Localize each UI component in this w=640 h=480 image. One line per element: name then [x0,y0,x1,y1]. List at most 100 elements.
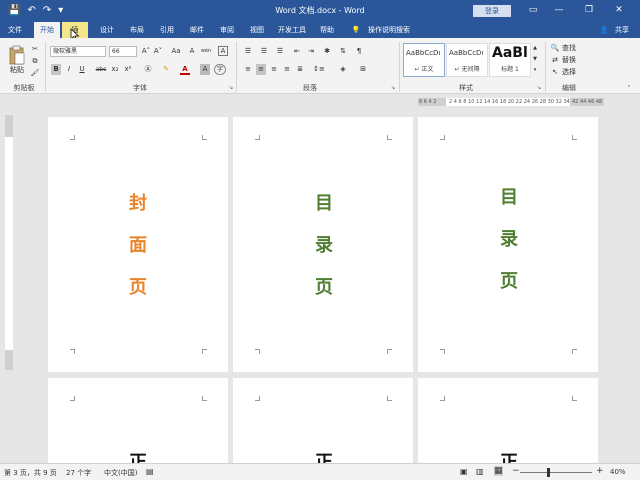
superscript-button[interactable]: x² [123,64,133,75]
bold-button[interactable]: B [51,64,61,75]
font-dialog-launcher-icon[interactable]: ↘ [228,83,234,94]
page-body-2[interactable]: 正 [233,378,413,463]
style-sample: AaBbCcDı [449,49,484,57]
page-toc[interactable]: 目 录 页 [233,117,413,372]
line-spacing-icon[interactable]: ↕≡ [312,64,326,75]
highlight-button[interactable]: ✎ [160,64,172,75]
group-separator [236,42,237,92]
decrease-indent-icon[interactable]: ⇤ [292,46,302,57]
text-effects-icon[interactable]: Ⓐ [142,64,154,75]
tab-design[interactable]: 设计 [96,22,118,38]
format-painter-icon[interactable]: 🖌 [30,68,40,79]
font-name-box[interactable]: 微软雅黑 [50,46,106,57]
page-count[interactable]: 第 3 页，共 9 页 [4,468,57,478]
tab-review[interactable]: 审阅 [216,22,238,38]
ribbon-display-options-icon[interactable]: ▭ [522,3,544,18]
tell-me-search[interactable]: 操作说明搜索 [364,22,414,38]
font-color-button[interactable]: A [180,64,190,75]
borders-icon[interactable]: ⊞ [356,64,370,75]
word-count[interactable]: 27 个字 [66,468,91,478]
restore-button[interactable]: ❐ [578,3,600,18]
underline-button[interactable]: U [77,64,87,75]
align-center-icon[interactable]: ≡ [256,64,266,75]
tab-layout[interactable]: 布局 [126,22,148,38]
sign-in-button[interactable]: 登录 [473,5,511,17]
vertical-ruler[interactable] [5,115,13,370]
tab-references[interactable]: 引用 [156,22,178,38]
select-button[interactable]: 选择 [562,67,584,78]
page-text: 页 [129,277,147,298]
page-text: 页 [315,277,333,298]
paragraph-dialog-launcher-icon[interactable]: ↘ [390,83,396,94]
cut-icon[interactable]: ✂ [30,44,40,55]
page-text: 面 [129,235,147,256]
shading-icon[interactable]: ◈ [336,64,350,75]
clear-formatting-button[interactable]: A [187,46,197,57]
numbering-icon[interactable]: ☰ [258,46,270,57]
paste-icon[interactable] [8,44,26,66]
replace-button[interactable]: 替换 [562,55,584,66]
styles-more-icon[interactable]: ▾ [531,65,539,76]
zoom-slider-track[interactable] [520,472,592,473]
close-button[interactable]: ✕ [608,3,630,18]
minimize-button[interactable]: — [548,3,570,18]
font-size-box[interactable]: 66 [109,46,137,57]
style-normal[interactable]: AaBbCcDı ↵ 正文 [403,43,445,77]
find-button[interactable]: 查找 [562,43,584,54]
horizontal-ruler[interactable]: 8 6 4 2 2 4 6 8 10 12 14 16 18 20 22 24 … [418,98,604,106]
focus-mode-icon[interactable]: ▣ [460,467,468,476]
italic-button[interactable]: I [64,64,74,75]
increase-indent-icon[interactable]: ⇥ [306,46,316,57]
enclose-characters-button[interactable]: 字 [214,64,226,75]
align-right-icon[interactable]: ≡ [269,64,279,75]
justify-icon[interactable]: ≡ [282,64,292,75]
styles-scroll-down-icon[interactable]: ▼ [531,54,539,65]
crop-mark [202,349,207,354]
shrink-font-button[interactable]: A˅ [153,46,163,57]
tab-developer[interactable]: 开发工具 [274,22,310,38]
zoom-level[interactable]: 40% [610,468,626,476]
change-case-button[interactable]: Aa [169,46,183,57]
zoom-out-icon[interactable]: − [512,466,520,476]
copy-icon[interactable]: ⧉ [30,56,40,67]
grow-font-button[interactable]: A˄ [141,46,151,57]
tab-view[interactable]: 视图 [246,22,268,38]
crop-mark [255,396,260,401]
style-heading-1[interactable]: AaBl 标题 1 [489,43,531,77]
styles-dialog-launcher-icon[interactable]: ↘ [536,83,542,94]
page-body-1[interactable]: 正 [48,378,228,463]
phonetic-guide-button[interactable]: wén [199,46,213,57]
multilevel-list-icon[interactable]: ☰ [274,46,286,57]
bullets-icon[interactable]: ☰ [242,46,254,57]
character-border-button[interactable]: A [218,46,228,56]
collapse-ribbon-icon[interactable]: ˄ [624,83,634,94]
zoom-slider-thumb[interactable] [547,468,550,477]
tab-home[interactable]: 开始 [34,22,60,38]
page-text: 目 [315,193,333,214]
proofing-icon[interactable]: ▤ [146,467,154,476]
strikethrough-button[interactable]: abc [94,64,108,75]
page-cover[interactable]: 封 面 页 [48,117,228,372]
page-body-3[interactable]: 正 [418,378,598,463]
character-shading-button[interactable]: A [200,64,210,75]
style-no-spacing[interactable]: AaBbCcDı ↵ 无间隔 [446,43,488,77]
subscript-button[interactable]: x₂ [110,64,120,75]
chinese-layout-icon[interactable]: ✱ [322,46,332,57]
language-indicator[interactable]: 中文(中国) [104,468,137,478]
tab-help[interactable]: 帮助 [316,22,338,38]
align-left-icon[interactable]: ≡ [243,64,253,75]
zoom-in-icon[interactable]: + [596,466,604,476]
tab-file[interactable]: 文件 [4,22,26,38]
paste-button[interactable]: 粘贴 [6,65,28,76]
styles-scroll-up-icon[interactable]: ▲ [531,43,539,54]
sort-icon[interactable]: ⇅ [338,46,348,57]
distributed-icon[interactable]: ≣ [295,64,305,75]
print-layout-icon[interactable]: ▦ [494,466,503,476]
share-button[interactable]: 共享 [610,22,634,38]
page-toc-2[interactable]: 目 录 页 [418,117,598,372]
group-separator [399,42,400,92]
show-marks-icon[interactable]: ¶ [354,46,364,57]
tab-mailings[interactable]: 邮件 [186,22,208,38]
read-mode-icon[interactable]: ▥ [476,467,484,476]
styles-group-label: 样式 [459,84,473,92]
